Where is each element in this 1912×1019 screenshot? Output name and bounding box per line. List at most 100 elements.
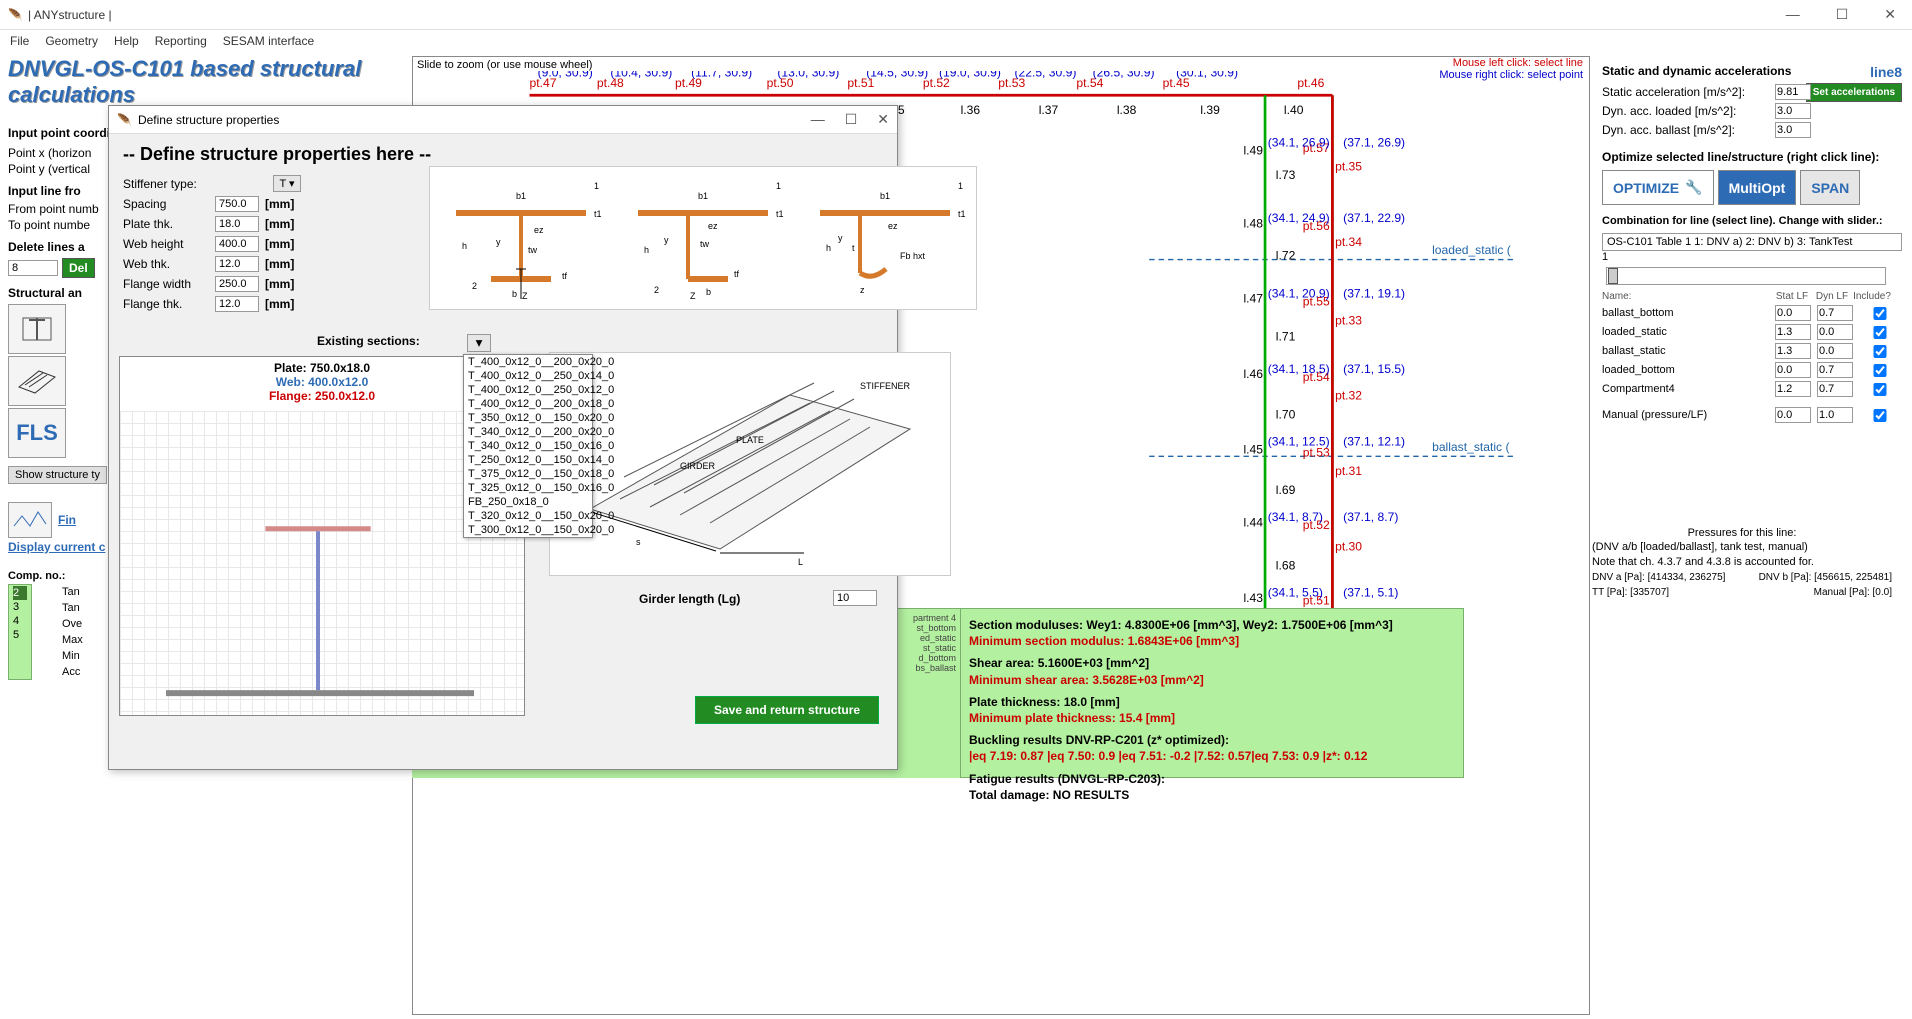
- svg-text:b1: b1: [516, 191, 526, 201]
- existing-sections-button[interactable]: ▾: [467, 334, 491, 352]
- svg-text:ballast_static (: ballast_static (: [1432, 440, 1509, 454]
- multiopt-button[interactable]: MultiOpt: [1718, 170, 1797, 205]
- res-l4: Minimum shear area: 3.5628E+03 [mm^2]: [969, 672, 1455, 688]
- sec-opt-0[interactable]: T_400_0x12_0__200_0x20_0: [464, 355, 592, 369]
- girder-length-input[interactable]: [833, 590, 877, 606]
- r1-stat[interactable]: [1775, 324, 1811, 340]
- sec-opt-1[interactable]: T_400_0x12_0__250_0x14_0: [464, 369, 592, 383]
- optimize-button[interactable]: OPTIMIZE🔧: [1602, 170, 1714, 205]
- dialog-maximize-button[interactable]: ☐: [845, 111, 858, 128]
- delete-button[interactable]: Del: [62, 258, 95, 278]
- sec-opt-10[interactable]: FB_250_0x18_0: [464, 495, 592, 509]
- main-minimize-button[interactable]: —: [1778, 6, 1808, 23]
- comb-slider-thumb[interactable]: [1608, 268, 1618, 284]
- r0-inc[interactable]: [1862, 307, 1898, 320]
- res-l1: Section moduluses: Wey1: 4.8300E+06 [mm^…: [969, 617, 1455, 633]
- manual-p[interactable]: [1775, 407, 1811, 423]
- menu-sesam[interactable]: SESAM interface: [223, 34, 314, 48]
- web-height-input[interactable]: [215, 236, 259, 252]
- sec-opt-6[interactable]: T_340_0x12_0__150_0x16_0: [464, 439, 592, 453]
- sec-opt-12[interactable]: T_300_0x12_0__150_0x20_0: [464, 523, 592, 537]
- main-maximize-button[interactable]: ☐: [1828, 6, 1857, 23]
- stiffener-icon-button[interactable]: [8, 304, 66, 354]
- delete-input[interactable]: [8, 260, 58, 276]
- r4-dyn[interactable]: [1817, 381, 1853, 397]
- sec-opt-11[interactable]: T_320_0x12_0__150_0x20_0: [464, 509, 592, 523]
- svg-text:h: h: [826, 243, 831, 253]
- below-lbl-2: Ove: [62, 616, 83, 632]
- below-lbl-1: Tan: [62, 600, 83, 616]
- comb-slider[interactable]: [1606, 267, 1886, 285]
- dialog-header: -- Define structure properties here --: [123, 144, 883, 165]
- fls-button[interactable]: FLS: [8, 408, 66, 458]
- r4-stat[interactable]: [1775, 381, 1811, 397]
- below-lbl-5: Acc: [62, 664, 83, 680]
- menu-file[interactable]: File: [10, 34, 29, 48]
- dialog-minimize-button[interactable]: —: [811, 111, 825, 128]
- stat-acc-input[interactable]: [1775, 84, 1811, 100]
- r0-dyn[interactable]: [1817, 305, 1853, 321]
- comp-item-3[interactable]: 3: [13, 600, 27, 614]
- stiffener-type-dropdown[interactable]: T ▾: [273, 175, 301, 192]
- comp-item-5[interactable]: 5: [13, 628, 27, 642]
- sec-opt-7[interactable]: T_250_0x12_0__150_0x14_0: [464, 453, 592, 467]
- res-l9: Fatigue results (DNVGL-RP-C203):: [969, 771, 1455, 787]
- sec-opt-5[interactable]: T_340_0x12_0__200_0x20_0: [464, 425, 592, 439]
- spacing-input[interactable]: [215, 196, 259, 212]
- svg-text:l.36: l.36: [961, 103, 981, 117]
- r2-stat[interactable]: [1775, 343, 1811, 359]
- r0-stat[interactable]: [1775, 305, 1811, 321]
- manual-inc[interactable]: [1862, 409, 1898, 422]
- sec-opt-3[interactable]: T_400_0x12_0__200_0x18_0: [464, 397, 592, 411]
- web-thk-input[interactable]: [215, 256, 259, 272]
- r3-dyn[interactable]: [1817, 362, 1853, 378]
- preview-flange: Flange: 250.0x12.0: [124, 389, 520, 403]
- plate-icon-button[interactable]: [8, 356, 66, 406]
- flange-width-input[interactable]: [215, 276, 259, 292]
- below-lbl-3: Max: [62, 632, 83, 648]
- compartment-listbox[interactable]: 2 3 4 5: [8, 584, 32, 680]
- comb-row-2: ballast_static: [1602, 343, 1902, 359]
- sections-dropdown-list[interactable]: T_400_0x12_0__200_0x20_0 T_400_0x12_0__2…: [463, 354, 593, 538]
- svg-text:tf: tf: [562, 271, 568, 281]
- sec-opt-2[interactable]: T_400_0x12_0__250_0x12_0: [464, 383, 592, 397]
- find-link[interactable]: Fin: [58, 513, 76, 527]
- svg-text:pt.35: pt.35: [1335, 160, 1362, 174]
- svg-text:ez: ez: [708, 221, 718, 231]
- svg-text:1: 1: [594, 181, 599, 191]
- sec-opt-4[interactable]: T_350_0x12_0__150_0x20_0: [464, 411, 592, 425]
- r3-inc[interactable]: [1862, 364, 1898, 377]
- display-curves-link[interactable]: Display current c: [8, 540, 105, 554]
- r1-dyn[interactable]: [1817, 324, 1853, 340]
- r3-stat[interactable]: [1775, 362, 1811, 378]
- sec-opt-8[interactable]: T_375_0x12_0__150_0x18_0: [464, 467, 592, 481]
- existing-sections-label: Existing sections:: [317, 334, 420, 348]
- below-lbl-4: Min: [62, 648, 83, 664]
- comp-item-2[interactable]: 2: [13, 586, 27, 600]
- r2-inc[interactable]: [1862, 345, 1898, 358]
- r2-dyn[interactable]: [1817, 343, 1853, 359]
- menu-geometry[interactable]: Geometry: [45, 34, 98, 48]
- plate-thk-input[interactable]: [215, 216, 259, 232]
- set-accelerations-button[interactable]: Set accelerations: [1806, 83, 1902, 102]
- manual-lf[interactable]: [1817, 407, 1853, 423]
- span-button[interactable]: SPAN: [1800, 170, 1860, 205]
- menu-reporting[interactable]: Reporting: [155, 34, 207, 48]
- dyn-ballast-input[interactable]: [1775, 122, 1811, 138]
- save-return-button[interactable]: Save and return structure: [695, 696, 879, 724]
- dialog-close-button[interactable]: ✕: [877, 111, 889, 128]
- r1-inc[interactable]: [1862, 326, 1898, 339]
- svg-text:PLATE: PLATE: [736, 435, 764, 445]
- svg-text:(37.1, 5.1): (37.1, 5.1): [1343, 585, 1398, 599]
- col-inc: Include?: [1852, 291, 1892, 302]
- flange-thk-input[interactable]: [215, 296, 259, 312]
- show-structure-button[interactable]: Show structure ty: [8, 466, 107, 484]
- comb-row-4: Compartment4: [1602, 381, 1902, 397]
- svg-text:b1: b1: [698, 191, 708, 201]
- comp-item-4[interactable]: 4: [13, 614, 27, 628]
- menu-help[interactable]: Help: [114, 34, 139, 48]
- main-close-button[interactable]: ✕: [1876, 6, 1904, 23]
- dyn-loaded-input[interactable]: [1775, 103, 1811, 119]
- sec-opt-9[interactable]: T_325_0x12_0__150_0x16_0: [464, 481, 592, 495]
- r4-inc[interactable]: [1862, 383, 1898, 396]
